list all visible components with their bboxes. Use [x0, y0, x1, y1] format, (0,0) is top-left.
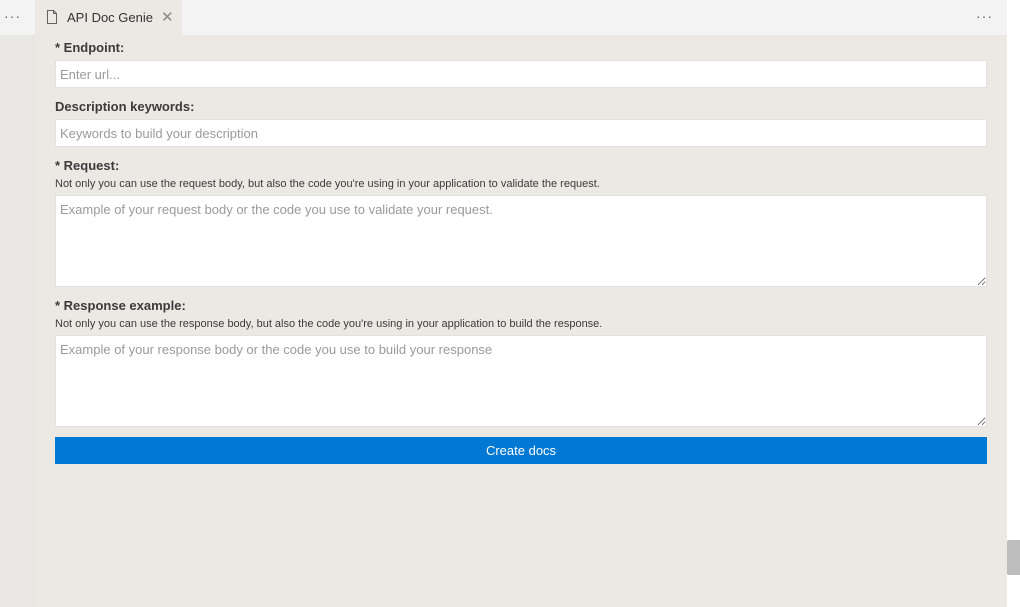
- endpoint-input[interactable]: [55, 60, 987, 88]
- editor-gutter: [0, 35, 35, 607]
- tab-api-doc-genie[interactable]: API Doc Genie ✕: [35, 0, 182, 35]
- scrollbar-thumb[interactable]: [1007, 540, 1020, 575]
- more-actions-left-icon[interactable]: ···: [4, 8, 21, 24]
- response-hint: Not only you can use the response body, …: [55, 318, 603, 330]
- request-hint: Not only you can use the request body, b…: [55, 178, 600, 190]
- response-textarea[interactable]: [55, 335, 987, 427]
- request-textarea[interactable]: [55, 195, 987, 287]
- tab-title: API Doc Genie: [67, 10, 153, 25]
- description-keywords-input[interactable]: [55, 119, 987, 147]
- webview-panel: ··· API Doc Genie ✕ ··· * Endpoint: Desc…: [0, 0, 1007, 607]
- tab-bar: ··· API Doc Genie ✕ ···: [0, 0, 1007, 35]
- close-icon[interactable]: ✕: [161, 8, 174, 26]
- response-label: * Response example:: [55, 298, 186, 313]
- more-actions-icon[interactable]: ···: [976, 8, 993, 24]
- request-label: * Request:: [55, 158, 120, 173]
- description-label: Description keywords:: [55, 99, 195, 114]
- endpoint-label: * Endpoint:: [55, 40, 125, 55]
- create-docs-button[interactable]: Create docs: [55, 437, 987, 464]
- file-icon: [46, 10, 58, 29]
